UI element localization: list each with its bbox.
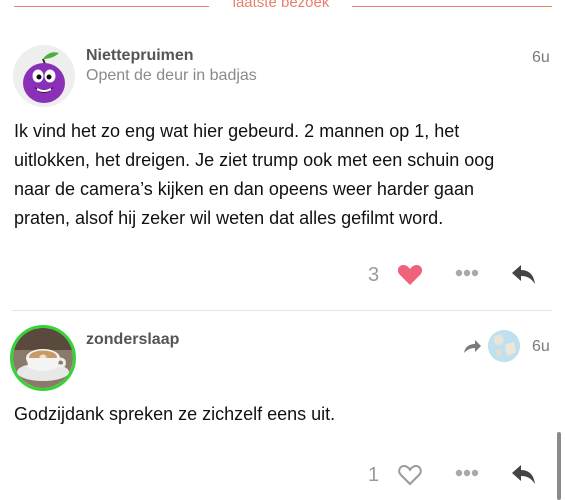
- more-icon[interactable]: [455, 468, 479, 478]
- post-user-title: Opent de deur in badjas: [86, 67, 257, 84]
- reply-icon[interactable]: [511, 263, 537, 285]
- divider-line-left: [14, 6, 209, 7]
- like-count[interactable]: 3: [368, 264, 379, 287]
- divider-line-right: [352, 6, 552, 7]
- avatar-coffee[interactable]: [10, 325, 76, 391]
- post-body-line: Godzijdank spreken ze zichzelf eens uit.: [14, 404, 336, 424]
- post-body-line: Ik vind het zo eng wat hier gebeurd. 2 m…: [14, 121, 460, 141]
- last-visit-label: laatste bezoek: [232, 0, 330, 11]
- post-body: Ik vind het zo eng wat hier gebeurd. 2 m…: [14, 117, 494, 233]
- post-username[interactable]: zonderslaap: [86, 331, 179, 349]
- like-count[interactable]: 1: [368, 464, 379, 487]
- heart-outline-icon[interactable]: [397, 463, 423, 487]
- coffee-avatar-icon: [13, 328, 73, 388]
- post-body-line: uitlokken, het dreigen. Je ziet trump oo…: [14, 150, 495, 170]
- post-body-line: naar de camera’s kijken en dan opeens we…: [14, 179, 474, 199]
- post-time[interactable]: 6u: [532, 49, 550, 67]
- reply-to-avatar[interactable]: [488, 330, 520, 362]
- post-username[interactable]: Niettepruimen: [86, 47, 194, 65]
- post-time[interactable]: 6u: [532, 338, 550, 356]
- reply-to-arrow-icon[interactable]: [462, 339, 482, 355]
- avatar-plum[interactable]: [13, 45, 75, 107]
- map-avatar-icon: [488, 330, 520, 362]
- more-icon[interactable]: [455, 268, 479, 278]
- post-separator: [12, 310, 552, 311]
- post-body: Godzijdank spreken ze zichzelf eens uit.: [14, 400, 335, 429]
- reply-icon[interactable]: [511, 463, 537, 485]
- last-visit-divider: laatste bezoek: [0, 0, 565, 16]
- post-body-line: praten, alsof hij zeker wil weten dat al…: [14, 208, 444, 228]
- scrollbar[interactable]: [557, 432, 561, 500]
- heart-filled-icon[interactable]: [397, 263, 423, 287]
- plum-avatar-icon: [23, 52, 65, 103]
